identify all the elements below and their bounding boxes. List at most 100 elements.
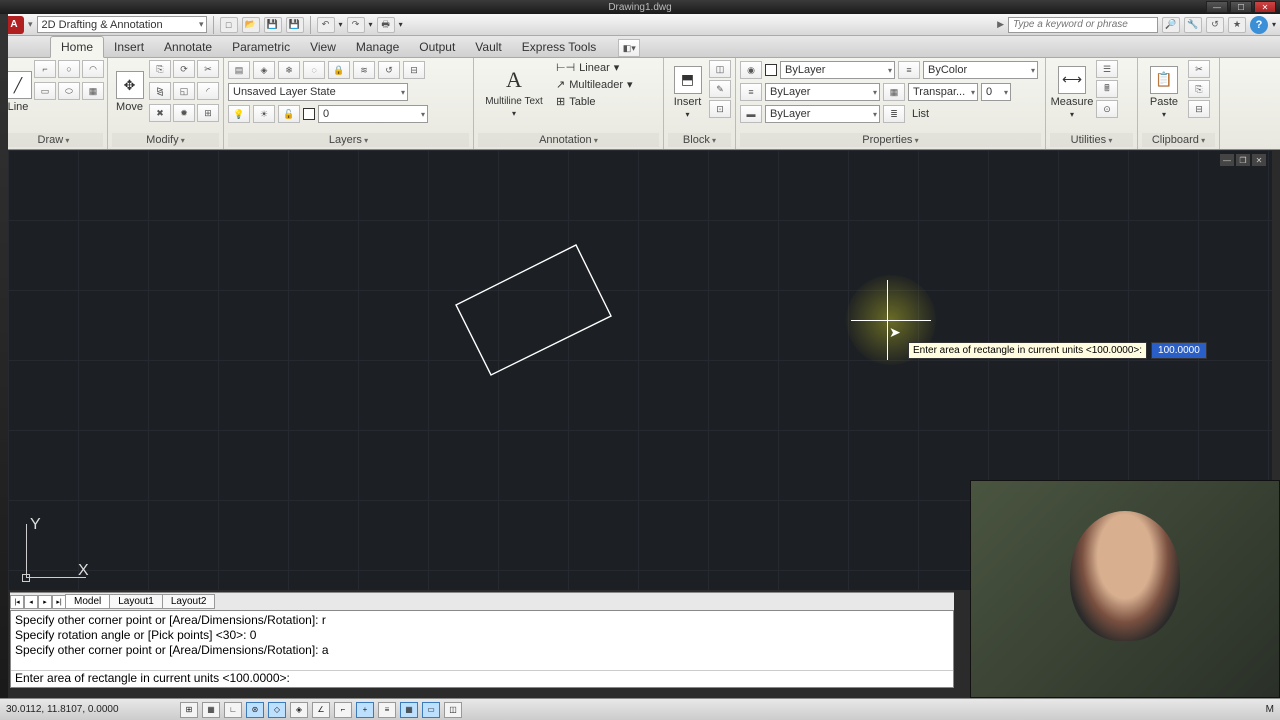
copy-clip-icon[interactable]: ⎘ xyxy=(1188,80,1210,98)
doc-restore-icon[interactable]: ❐ xyxy=(1236,154,1250,166)
maximize-button[interactable]: ☐ xyxy=(1230,1,1252,13)
insert-button[interactable]: ⬒ Insert ▾ xyxy=(668,60,707,124)
layer-sun-icon[interactable]: ☀ xyxy=(253,105,275,123)
qp-toggle[interactable]: ▭ xyxy=(422,702,440,718)
coordinate-display[interactable]: 30.0112, 11.8107, 0.0000 xyxy=(6,704,176,715)
dynamic-input-value[interactable]: 100.0000 xyxy=(1151,342,1207,359)
polyline-icon[interactable]: ⌐ xyxy=(34,60,56,78)
tab-insert[interactable]: Insert xyxy=(104,37,154,57)
panel-modify-title[interactable]: Modify xyxy=(112,133,219,147)
tab-home[interactable]: Home xyxy=(50,36,104,58)
layer-lock-icon[interactable]: 🔒 xyxy=(328,61,350,79)
cut-icon[interactable]: ✂ xyxy=(1188,60,1210,78)
line-button[interactable]: ╱ Line xyxy=(4,60,32,124)
minimize-button[interactable]: — xyxy=(1206,1,1228,13)
plotstyle-combo[interactable]: ByColor xyxy=(923,61,1038,79)
tab-last-icon[interactable]: ▸| xyxy=(52,595,66,609)
fillet-icon[interactable]: ◜ xyxy=(197,82,219,100)
search-input[interactable] xyxy=(1008,17,1158,33)
panel-layers-title[interactable]: Layers xyxy=(228,133,469,147)
move-button[interactable]: ✥ Move xyxy=(112,60,147,124)
lineweight-combo[interactable]: ByLayer xyxy=(765,105,880,123)
layer-freeze-icon[interactable]: ❄ xyxy=(278,61,300,79)
tab-manage[interactable]: Manage xyxy=(346,37,409,57)
dyn-toggle[interactable]: + xyxy=(356,702,374,718)
id-icon[interactable]: ⊙ xyxy=(1096,100,1118,118)
tab-express-tools[interactable]: Express Tools xyxy=(512,37,606,57)
circle-icon[interactable]: ○ xyxy=(58,60,80,78)
block-edit-icon[interactable]: ✎ xyxy=(709,80,731,98)
linetype-icon[interactable]: ≡ xyxy=(740,83,762,101)
trim-icon[interactable]: ✂ xyxy=(197,60,219,78)
panel-properties-title[interactable]: Properties xyxy=(740,133,1041,147)
grid-toggle[interactable]: ▦ xyxy=(202,702,220,718)
help-button[interactable]: ? xyxy=(1250,16,1268,34)
layer-prev-icon[interactable]: ↺ xyxy=(378,61,400,79)
cmd-prompt-line[interactable]: Enter area of rectangle in current units… xyxy=(11,670,953,686)
otrack-toggle[interactable]: ∠ xyxy=(312,702,330,718)
star-icon[interactable]: ★ xyxy=(1228,17,1246,33)
transparency-icon[interactable]: ▦ xyxy=(883,83,905,101)
calc-icon[interactable]: 🖩 xyxy=(1096,80,1118,98)
list-icon[interactable]: ≣ xyxy=(883,105,905,123)
measure-button[interactable]: ⟷ Measure ▾ xyxy=(1050,60,1094,124)
linetype-combo[interactable]: ByLayer xyxy=(765,83,880,101)
tab-first-icon[interactable]: |◂ xyxy=(10,595,24,609)
ribbon-minimize-icon[interactable]: ◧▾ xyxy=(618,39,640,57)
layer-state-combo[interactable]: Unsaved Layer State xyxy=(228,83,408,101)
print-icon[interactable]: 🖶 xyxy=(377,17,395,33)
list-label[interactable]: List xyxy=(908,108,933,120)
exchange-icon[interactable]: ↺ xyxy=(1206,17,1224,33)
infocenter-icon[interactable]: 🔎 xyxy=(1162,17,1180,33)
scale-icon[interactable]: ◱ xyxy=(173,82,195,100)
lineweight-icon[interactable]: ▬ xyxy=(740,105,762,123)
mtext-button[interactable]: A Multiline Text ▾ xyxy=(478,60,550,124)
workspace-selector[interactable]: 2D Drafting & Annotation xyxy=(37,16,207,33)
ellipse-icon[interactable]: ⬭ xyxy=(58,82,80,100)
layer-bulb-icon[interactable]: 💡 xyxy=(228,105,250,123)
color-combo[interactable]: ByLayer xyxy=(780,61,895,79)
array-icon[interactable]: ⊞ xyxy=(197,104,219,122)
saveas-icon[interactable]: 💾 xyxy=(286,17,304,33)
tab-layout1[interactable]: Layout1 xyxy=(109,594,163,609)
close-button[interactable]: ✕ xyxy=(1254,1,1276,13)
panel-block-title[interactable]: Block xyxy=(668,133,731,147)
rectangle-icon[interactable]: ▭ xyxy=(34,82,56,100)
layer-prop-icon[interactable]: ▤ xyxy=(228,61,250,79)
tab-prev-icon[interactable]: ◂ xyxy=(24,595,38,609)
panel-utilities-title[interactable]: Utilities xyxy=(1050,133,1133,147)
tab-next-icon[interactable]: ▸ xyxy=(38,595,52,609)
hatch-icon[interactable]: ▦ xyxy=(82,82,104,100)
ortho-toggle[interactable]: ∟ xyxy=(224,702,242,718)
comm-icon[interactable]: 🔧 xyxy=(1184,17,1202,33)
layer-states-icon[interactable]: ⊟ xyxy=(403,61,425,79)
mirror-icon[interactable]: ⧎ xyxy=(149,82,171,100)
multileader-button[interactable]: ↗Multileader ▾ xyxy=(552,77,637,92)
color-wheel-icon[interactable]: ◉ xyxy=(740,61,762,79)
qselect-icon[interactable]: ☰ xyxy=(1096,60,1118,78)
layer-color-swatch[interactable] xyxy=(303,108,315,120)
block-attr-icon[interactable]: ⊡ xyxy=(709,100,731,118)
copy-icon[interactable]: ⎘ xyxy=(149,60,171,78)
lwt-toggle[interactable]: ≡ xyxy=(378,702,396,718)
match-icon[interactable]: ⊟ xyxy=(1188,100,1210,118)
tab-output[interactable]: Output xyxy=(409,37,465,57)
ducs-toggle[interactable]: ⌐ xyxy=(334,702,352,718)
redo-icon[interactable]: ↷ xyxy=(347,17,365,33)
snap-toggle[interactable]: ⊞ xyxy=(180,702,198,718)
undo-icon[interactable]: ↶ xyxy=(317,17,335,33)
polar-toggle[interactable]: ⊛ xyxy=(246,702,264,718)
arc-icon[interactable]: ◠ xyxy=(82,60,104,78)
paste-button[interactable]: 📋 Paste ▾ xyxy=(1142,60,1186,124)
panel-draw-title[interactable]: Draw xyxy=(4,133,103,147)
panel-annotation-title[interactable]: Annotation xyxy=(478,133,659,147)
transparency-value[interactable]: 0 xyxy=(981,83,1011,101)
panel-clipboard-title[interactable]: Clipboard xyxy=(1142,133,1215,147)
tab-annotate[interactable]: Annotate xyxy=(154,37,222,57)
explode-icon[interactable]: ✹ xyxy=(173,104,195,122)
linear-dim-button[interactable]: ⊢⊣Linear ▾ xyxy=(552,60,637,75)
layer-current-combo[interactable]: 0 xyxy=(318,105,428,123)
layer-off-icon[interactable]: ◌ xyxy=(303,61,325,79)
rotate-icon[interactable]: ⟳ xyxy=(173,60,195,78)
doc-close-icon[interactable]: ✕ xyxy=(1252,154,1266,166)
